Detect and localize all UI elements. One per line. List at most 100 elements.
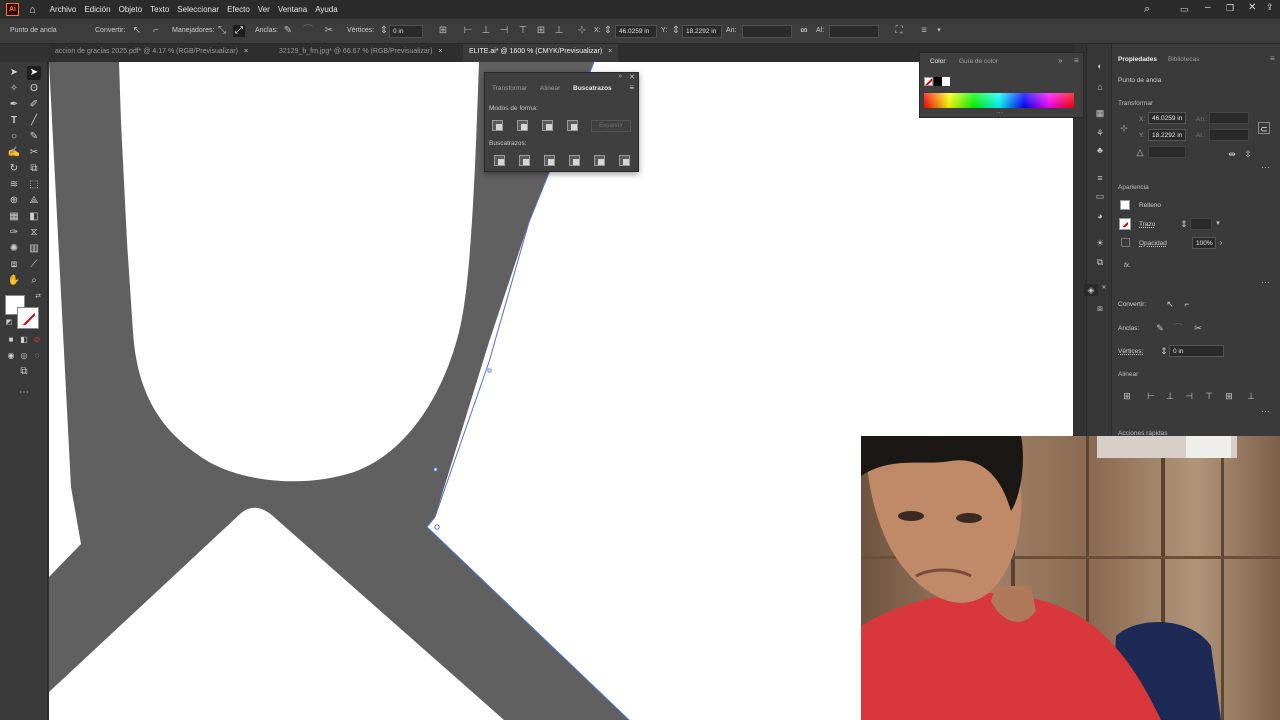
y-field[interactable]: 18.2292 in	[682, 25, 722, 38]
tab-transformar[interactable]: Transformar	[492, 85, 527, 92]
stroke-weight-field[interactable]	[1190, 218, 1212, 230]
convert-smooth-icon[interactable]: ⌐	[150, 25, 162, 37]
rotate-tool-icon[interactable]: ↻	[7, 162, 21, 176]
slice-tool-icon[interactable]: ⟋	[27, 258, 41, 272]
close-panel-icon[interactable]: ✕	[1097, 282, 1111, 294]
zoom-tool-icon[interactable]: ⌕	[27, 274, 41, 288]
tab-elite[interactable]: ELITE.ai* @ 1600 % (CMYK/Previsualizar) ×	[463, 44, 619, 62]
layers-icon[interactable]: ◈	[1084, 284, 1098, 296]
ellipse-tool-icon[interactable]: ○	[7, 130, 21, 144]
tab-color[interactable]: Color	[930, 58, 946, 65]
menu-ayuda[interactable]: Ayuda	[315, 5, 338, 14]
resize-grip-icon[interactable]: ⋯	[996, 109, 1003, 117]
selected-anchor-point[interactable]	[434, 524, 440, 530]
more-options-icon[interactable]: ⋯	[1261, 406, 1270, 417]
tab-accion-de-gracias[interactable]: accion de gracias 2025.pdf* @ 4.17 % (RG…	[49, 44, 254, 62]
reference-point-icon[interactable]: ⊹	[1118, 122, 1130, 134]
more-options-icon[interactable]: ⋯	[1261, 277, 1270, 288]
panel-menu-icon[interactable]: ≡	[1074, 56, 1079, 65]
brush-tool-icon[interactable]: ✎	[27, 130, 41, 144]
white-swatch[interactable]	[942, 77, 950, 86]
minimize-icon[interactable]: –	[1205, 2, 1211, 13]
magic-wand-icon[interactable]: ✧	[7, 82, 21, 96]
edit-toolbar-icon[interactable]: ⋯	[17, 386, 31, 400]
screen-mode-icon[interactable]: ⧉	[17, 365, 31, 379]
exclude-icon[interactable]	[567, 120, 578, 131]
tab-bibliotecas[interactable]: Bibliotecas	[1168, 56, 1199, 63]
line-tool-icon[interactable]: ╱	[27, 114, 41, 128]
stroke-swatch[interactable]	[1119, 218, 1131, 230]
flip-horizontal-icon[interactable]: ⇹	[1226, 148, 1238, 160]
draw-normal-icon[interactable]: ◉	[4, 349, 18, 363]
intersect-icon[interactable]	[542, 120, 553, 131]
fill-swatch[interactable]	[1120, 200, 1130, 210]
brushes-icon[interactable]: ⚘	[1093, 127, 1107, 139]
tab-buscatrazos[interactable]: Buscatrazos	[573, 85, 612, 92]
artboard-tool-icon[interactable]: ⧈	[7, 258, 21, 272]
x-field[interactable]: 46.0259 in	[1148, 112, 1186, 124]
anchor-point[interactable]	[433, 467, 438, 472]
y-stepper-icon[interactable]: ⇕	[670, 25, 682, 37]
share-icon[interactable]: ⇪	[1266, 2, 1274, 13]
align-center-icon[interactable]: ⊥	[480, 25, 492, 37]
menu-ver[interactable]: Ver	[258, 5, 270, 14]
graphic-styles-icon[interactable]: ⧉	[1093, 256, 1107, 268]
convert-corner-icon[interactable]: ↖	[131, 25, 143, 37]
align-left-icon[interactable]: ⊢	[1145, 390, 1157, 402]
width-field[interactable]	[742, 25, 792, 38]
warp-tool-icon[interactable]: ≋	[7, 178, 21, 192]
align-hcenter-icon[interactable]: ⊥	[1164, 390, 1176, 402]
stroke-label[interactable]: Trazo	[1139, 221, 1155, 228]
arrange-panel-icon[interactable]: ≡	[918, 25, 930, 37]
type-tool-icon[interactable]: T	[7, 114, 21, 128]
flip-vertical-icon[interactable]: ⇳	[1242, 148, 1254, 160]
align-bottom-icon[interactable]: ⊥	[1245, 390, 1257, 402]
pen-tool-icon[interactable]: ✒	[7, 98, 21, 112]
column-graph-icon[interactable]: ▥	[27, 242, 41, 256]
minus-front-icon[interactable]	[517, 120, 528, 131]
stroke-panel-icon[interactable]: ≡	[1093, 172, 1107, 184]
remove-anchor-icon[interactable]: ✎	[1154, 322, 1166, 334]
outline-icon[interactable]	[594, 155, 605, 166]
symbol-sprayer-icon[interactable]: ✺	[7, 242, 21, 256]
lasso-icon[interactable]: ʘ	[27, 82, 41, 96]
rotate-field[interactable]	[1148, 146, 1186, 158]
rotate-icon[interactable]: △	[1134, 146, 1146, 158]
align-bottom-icon[interactable]: ⊥	[553, 25, 565, 37]
mesh-tool-icon[interactable]: ▦	[7, 210, 21, 224]
search-icon[interactable]: ⌕	[1144, 3, 1150, 16]
expand-button[interactable]: Expandir	[591, 120, 631, 132]
transparency-icon[interactable]: ◕	[1093, 210, 1107, 222]
x-stepper-icon[interactable]: ⇕	[602, 25, 614, 37]
unite-icon[interactable]	[492, 120, 503, 131]
default-colors-icon[interactable]: ◩	[2, 316, 16, 330]
align-to-icon[interactable]: ⊞	[437, 25, 449, 37]
none-mode-icon[interactable]: ⊘	[30, 333, 44, 347]
libraries-icon[interactable]: ⌂	[1093, 81, 1107, 93]
shaper-tool-icon[interactable]: ✍	[7, 146, 21, 160]
collapse-panel-icon[interactable]: »	[1058, 56, 1062, 65]
connect-anchor-icon[interactable]: ⌒	[302, 25, 314, 37]
cut-path-icon[interactable]: ✂	[1192, 322, 1204, 334]
opacity-field[interactable]: 100%	[1192, 237, 1216, 249]
align-left-icon[interactable]: ⊢	[462, 25, 474, 37]
more-options-icon[interactable]: ⋯	[1261, 162, 1270, 173]
close-icon[interactable]: ×	[244, 48, 248, 55]
shape-builder-icon[interactable]: ⊕	[7, 194, 21, 208]
height-field[interactable]	[829, 25, 879, 38]
tab-guia-de-color[interactable]: Guía de color	[959, 58, 998, 65]
collapse-panel-icon[interactable]: »	[618, 73, 622, 80]
chevron-down-icon[interactable]: ▾	[1212, 218, 1224, 230]
close-icon[interactable]: ×	[438, 48, 442, 55]
corner-radius-field[interactable]: 0 in	[389, 25, 423, 38]
minus-back-icon[interactable]	[619, 155, 630, 166]
scissors-tool-icon[interactable]: ✂	[27, 146, 41, 160]
width-field[interactable]	[1209, 112, 1249, 124]
eyedropper-icon[interactable]: ✑	[7, 226, 21, 240]
color-mode-icon[interactable]: ■	[4, 333, 18, 347]
free-transform-icon[interactable]: ⬚	[27, 178, 41, 192]
perspective-grid-icon[interactable]: ⟁	[27, 194, 41, 208]
y-field[interactable]: 18.2292 in	[1148, 129, 1186, 141]
connect-anchor-icon[interactable]: ⌒	[1172, 322, 1184, 334]
close-window-icon[interactable]: ✕	[1248, 2, 1256, 13]
